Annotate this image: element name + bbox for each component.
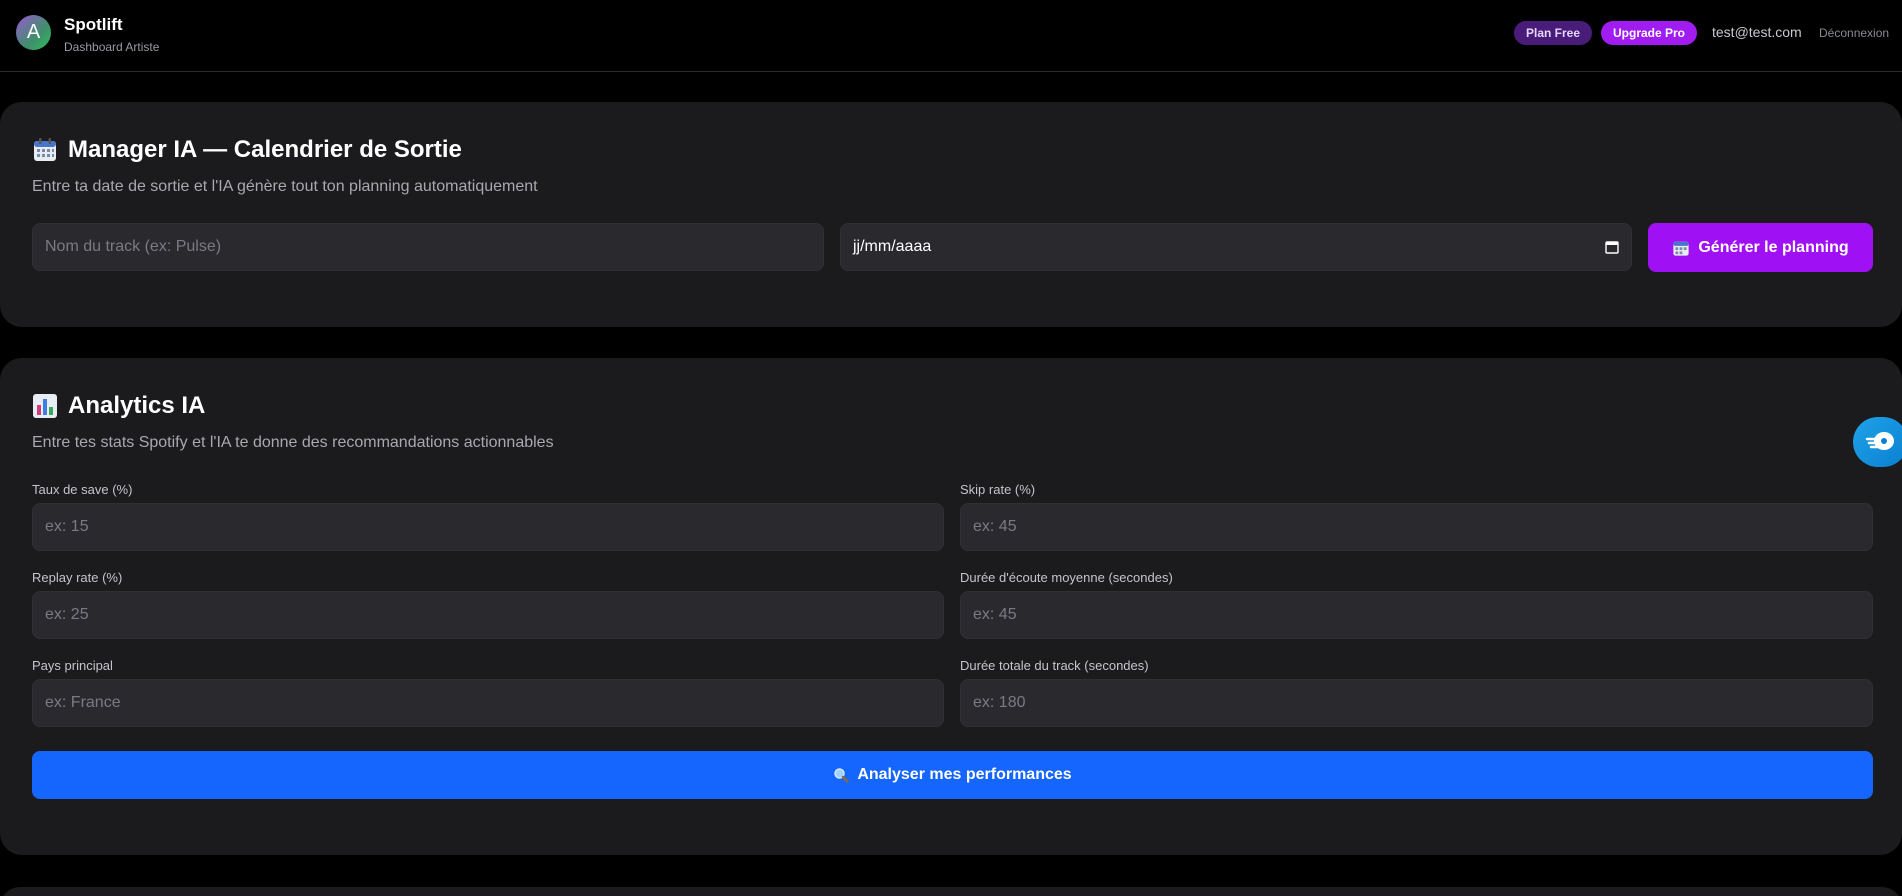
user-email: test@test.com <box>1712 24 1802 40</box>
brand-name: Spotlift <box>64 15 123 34</box>
avatar[interactable]: A <box>16 15 51 50</box>
main-country-label: Pays principal <box>32 658 113 673</box>
analytics-heading: Analytics IA <box>68 392 206 419</box>
main-country-input[interactable] <box>32 679 944 727</box>
avg-listen-duration-label: Durée d'écoute moyenne (secondes) <box>960 570 1173 585</box>
analyze-performance-button[interactable]: Analyser mes performances <box>32 751 1873 799</box>
release-date-input[interactable]: jj/mm/aaaa <box>840 223 1632 271</box>
generate-planning-button[interactable]: Générer le planning <box>1648 223 1873 272</box>
skip-rate-input[interactable] <box>960 503 1873 551</box>
release-calendar-heading: Manager IA — Calendrier de Sortie <box>68 136 462 163</box>
analytics-title: Analytics IA <box>32 392 205 420</box>
release-calendar-description: Entre ta date de sortie et l'IA génère t… <box>32 178 538 195</box>
track-name-input[interactable] <box>32 223 824 271</box>
replay-rate-label: Replay rate (%) <box>32 570 123 585</box>
chat-hand-icon <box>1865 432 1894 450</box>
next-section-card <box>0 887 1902 896</box>
save-rate-input[interactable] <box>32 503 944 551</box>
calendar-picker-icon[interactable] <box>1605 240 1619 254</box>
top-bar: A Spotlift Dashboard Artiste Plan Free U… <box>0 0 1902 72</box>
upgrade-button[interactable]: Upgrade Pro <box>1601 21 1698 45</box>
avg-listen-duration-input[interactable] <box>960 591 1873 639</box>
plan-badge: Plan Free <box>1514 21 1593 45</box>
replay-rate-input[interactable] <box>32 591 944 639</box>
bar-chart-icon <box>33 394 57 418</box>
track-duration-input[interactable] <box>960 679 1873 727</box>
analyze-performance-label: Analyser mes performances <box>857 766 1072 783</box>
brand-subtitle: Dashboard Artiste <box>64 40 160 54</box>
track-duration-label: Durée totale du track (secondes) <box>960 658 1149 673</box>
calendar-icon <box>1673 241 1689 256</box>
save-rate-label: Taux de save (%) <box>32 482 133 497</box>
skip-rate-label: Skip rate (%) <box>960 482 1036 497</box>
analytics-description: Entre tes stats Spotify et l'IA te donne… <box>32 434 554 451</box>
magnifier-icon <box>834 768 850 783</box>
calendar-icon <box>34 138 56 161</box>
release-date-value: jj/mm/aaaa <box>853 238 932 255</box>
generate-planning-label: Générer le planning <box>1698 238 1849 256</box>
release-calendar-title: Manager IA — Calendrier de Sortie <box>32 136 462 164</box>
logout-link[interactable]: Déconnexion <box>1819 26 1889 40</box>
release-calendar-card: Manager IA — Calendrier de Sortie Entre … <box>0 102 1902 327</box>
support-widget-button[interactable] <box>1853 417 1902 467</box>
